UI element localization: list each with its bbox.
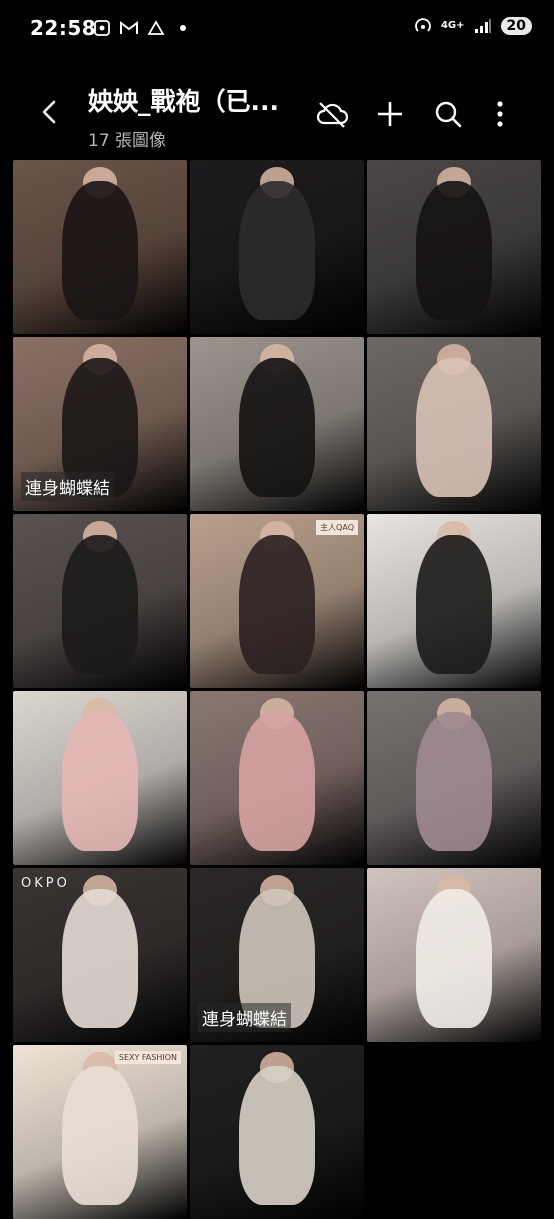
- cloud-off-icon[interactable]: [314, 96, 350, 132]
- photo-thumbnail[interactable]: [367, 514, 541, 688]
- album-title: 姎姎_戰袍（已...: [88, 87, 279, 116]
- photo-thumbnail[interactable]: [367, 868, 541, 1042]
- photo-thumbnail[interactable]: [190, 337, 364, 511]
- photo-thumbnail[interactable]: [13, 514, 187, 688]
- photo-thumbnail[interactable]: [367, 691, 541, 865]
- battery-level: 20: [500, 17, 532, 35]
- photo-thumbnail[interactable]: [367, 160, 541, 334]
- photo-poster-text: 主人QAQ: [316, 520, 358, 535]
- photo-thumbnail[interactable]: [13, 691, 187, 865]
- notification-icons: [92, 18, 193, 38]
- drive-icon: [146, 18, 166, 38]
- photo-grid: 連身蝴蝶結 主人QAQ OKPO 連身蝴蝶結 SEXY FASHION: [13, 160, 541, 1219]
- photo-thumbnail[interactable]: SEXY FASHION: [13, 1045, 187, 1219]
- plus-icon[interactable]: [372, 96, 408, 132]
- photo-caption: 連身蝴蝶結: [198, 1003, 291, 1032]
- photo-thumbnail[interactable]: OKPO: [13, 868, 187, 1042]
- photo-figure: [415, 888, 493, 1029]
- photo-thumbnail[interactable]: 主人QAQ: [190, 514, 364, 688]
- back-arrow-icon[interactable]: [32, 94, 68, 130]
- photo-figure: [61, 1065, 139, 1206]
- app-bar: 姎姎_戰袍（已... 17 張圖像: [0, 70, 554, 160]
- photo-figure: [238, 711, 316, 852]
- photo-brand-text: OKPO: [21, 876, 70, 891]
- status-bar: 22:58 4G+ 20: [0, 0, 554, 60]
- gmail-icon: [119, 18, 139, 38]
- photo-thumbnail[interactable]: 連身蝴蝶結: [190, 868, 364, 1042]
- photo-thumbnail[interactable]: [190, 691, 364, 865]
- hotspot-icon: [413, 16, 433, 36]
- photo-thumbnail[interactable]: [13, 160, 187, 334]
- screenshot-icon: [92, 18, 112, 38]
- status-time: 22:58: [30, 16, 97, 40]
- status-right: 4G+ 20: [413, 16, 532, 36]
- more-vertical-icon[interactable]: [482, 96, 518, 132]
- photo-thumbnail[interactable]: [190, 160, 364, 334]
- album-image-count: 17 張圖像: [88, 131, 167, 151]
- photo-thumbnail[interactable]: 連身蝴蝶結: [13, 337, 187, 511]
- photo-figure: [61, 180, 139, 321]
- photo-figure: [415, 357, 493, 498]
- photo-thumbnail[interactable]: [367, 337, 541, 511]
- network-type: 4G+: [440, 20, 465, 31]
- photo-figure: [61, 711, 139, 852]
- photo-figure: [415, 180, 493, 321]
- photo-figure: [415, 711, 493, 852]
- photo-figure: [61, 888, 139, 1029]
- photo-figure: [238, 180, 316, 321]
- dot-icon: [173, 18, 193, 38]
- photo-poster-text: SEXY FASHION: [114, 1051, 181, 1064]
- photo-figure: [238, 357, 316, 498]
- signal-icon: [473, 16, 493, 36]
- search-icon[interactable]: [430, 96, 466, 132]
- photo-figure: [61, 534, 139, 675]
- photo-figure: [238, 534, 316, 675]
- photo-thumbnail[interactable]: [190, 1045, 364, 1219]
- photo-caption: 連身蝴蝶結: [21, 472, 114, 501]
- photo-figure: [238, 1065, 316, 1206]
- photo-figure: [415, 534, 493, 675]
